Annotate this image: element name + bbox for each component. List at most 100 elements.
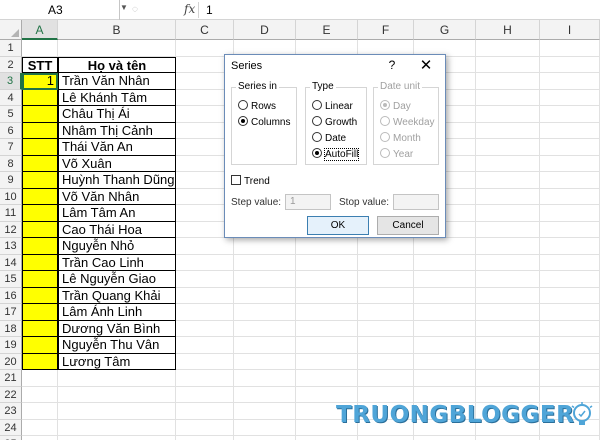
cell-a24[interactable]: [22, 419, 58, 436]
cell-i19[interactable]: [540, 337, 600, 354]
row-header[interactable]: 8: [0, 155, 22, 172]
cell-b25[interactable]: [58, 436, 176, 440]
row-header[interactable]: 24: [0, 419, 22, 436]
dialog-titlebar[interactable]: Series ? ✕: [225, 55, 445, 77]
row-header[interactable]: 13: [0, 238, 22, 255]
row-header[interactable]: 22: [0, 386, 22, 403]
cell-b3[interactable]: Trần Văn Nhân: [58, 73, 176, 90]
row-header[interactable]: 25: [0, 436, 22, 440]
cell-c17[interactable]: [176, 304, 234, 321]
cell-i20[interactable]: [540, 353, 600, 370]
cell-d25[interactable]: [234, 436, 296, 440]
radio-autofill-indicator[interactable]: [312, 148, 322, 158]
column-header-e[interactable]: E: [296, 20, 358, 40]
close-icon[interactable]: ✕: [417, 56, 435, 74]
cell-e14[interactable]: [296, 254, 358, 271]
cell-c23[interactable]: [176, 403, 234, 420]
cell-h1[interactable]: [476, 40, 540, 57]
cell-b1[interactable]: [58, 40, 176, 57]
cell-b5[interactable]: Châu Thị Ái: [58, 106, 176, 123]
cell-i3[interactable]: [540, 73, 600, 90]
cell-f14[interactable]: [358, 254, 414, 271]
cell-d20[interactable]: [234, 353, 296, 370]
cell-i15[interactable]: [540, 271, 600, 288]
row-header[interactable]: 16: [0, 287, 22, 304]
cell-i17[interactable]: [540, 304, 600, 321]
cell-c19[interactable]: [176, 337, 234, 354]
cell-i8[interactable]: [540, 155, 600, 172]
cell-a11[interactable]: [22, 205, 58, 222]
cell-g16[interactable]: [414, 287, 476, 304]
cell-i22[interactable]: [540, 386, 600, 403]
cell-b22[interactable]: [58, 386, 176, 403]
cell-a2[interactable]: STT: [22, 56, 58, 73]
cell-h3[interactable]: [476, 73, 540, 90]
cell-b23[interactable]: [58, 403, 176, 420]
column-header-b[interactable]: B: [58, 20, 176, 40]
cell-i6[interactable]: [540, 122, 600, 139]
row-header[interactable]: 7: [0, 139, 22, 156]
cell-a13[interactable]: [22, 238, 58, 255]
ok-button[interactable]: OK: [307, 216, 369, 235]
cell-h17[interactable]: [476, 304, 540, 321]
cell-c25[interactable]: [176, 436, 234, 440]
cell-f21[interactable]: [358, 370, 414, 387]
cell-a21[interactable]: [22, 370, 58, 387]
row-header[interactable]: 15: [0, 271, 22, 288]
trend-checkbox[interactable]: Trend: [231, 175, 270, 187]
cell-c24[interactable]: [176, 419, 234, 436]
column-header-i[interactable]: I: [540, 20, 600, 40]
cell-d24[interactable]: [234, 419, 296, 436]
cell-h9[interactable]: [476, 172, 540, 189]
cell-i25[interactable]: [540, 436, 600, 440]
cell-g25[interactable]: [414, 436, 476, 440]
formula-input[interactable]: 1: [206, 3, 213, 17]
cell-d16[interactable]: [234, 287, 296, 304]
cell-f20[interactable]: [358, 353, 414, 370]
cell-a14[interactable]: [22, 254, 58, 271]
cell-h2[interactable]: [476, 56, 540, 73]
cell-d15[interactable]: [234, 271, 296, 288]
cell-h12[interactable]: [476, 221, 540, 238]
cell-g21[interactable]: [414, 370, 476, 387]
cell-h4[interactable]: [476, 89, 540, 106]
cell-a4[interactable]: [22, 89, 58, 106]
cell-e19[interactable]: [296, 337, 358, 354]
cell-f15[interactable]: [358, 271, 414, 288]
cell-h5[interactable]: [476, 106, 540, 123]
cell-a16[interactable]: [22, 287, 58, 304]
cell-f17[interactable]: [358, 304, 414, 321]
cell-h7[interactable]: [476, 139, 540, 156]
cell-d22[interactable]: [234, 386, 296, 403]
cell-a9[interactable]: [22, 172, 58, 189]
cell-a22[interactable]: [22, 386, 58, 403]
cell-b15[interactable]: Lê Nguyễn Giao: [58, 271, 176, 288]
cell-e20[interactable]: [296, 353, 358, 370]
cell-b20[interactable]: Lương Tâm: [58, 353, 176, 370]
cell-i14[interactable]: [540, 254, 600, 271]
cell-b4[interactable]: Lê Khánh Tâm: [58, 89, 176, 106]
cell-e17[interactable]: [296, 304, 358, 321]
cell-i4[interactable]: [540, 89, 600, 106]
cell-b7[interactable]: Thái Văn An: [58, 139, 176, 156]
cell-a12[interactable]: [22, 221, 58, 238]
radio-columns-indicator[interactable]: [238, 116, 248, 126]
cell-a23[interactable]: [22, 403, 58, 420]
cell-b14[interactable]: Trần Cao Linh: [58, 254, 176, 271]
cell-e15[interactable]: [296, 271, 358, 288]
row-header[interactable]: 17: [0, 304, 22, 321]
cell-c16[interactable]: [176, 287, 234, 304]
cell-b24[interactable]: [58, 419, 176, 436]
cell-h25[interactable]: [476, 436, 540, 440]
cell-b18[interactable]: Dương Văn Bình: [58, 320, 176, 337]
cell-e22[interactable]: [296, 386, 358, 403]
radio-growth[interactable]: Growth: [312, 116, 357, 130]
row-header[interactable]: 20: [0, 353, 22, 370]
cell-e25[interactable]: [296, 436, 358, 440]
cell-g15[interactable]: [414, 271, 476, 288]
row-header[interactable]: 23: [0, 403, 22, 420]
cell-a10[interactable]: [22, 188, 58, 205]
cell-g22[interactable]: [414, 386, 476, 403]
cell-i9[interactable]: [540, 172, 600, 189]
trend-checkbox-box[interactable]: [231, 175, 241, 185]
